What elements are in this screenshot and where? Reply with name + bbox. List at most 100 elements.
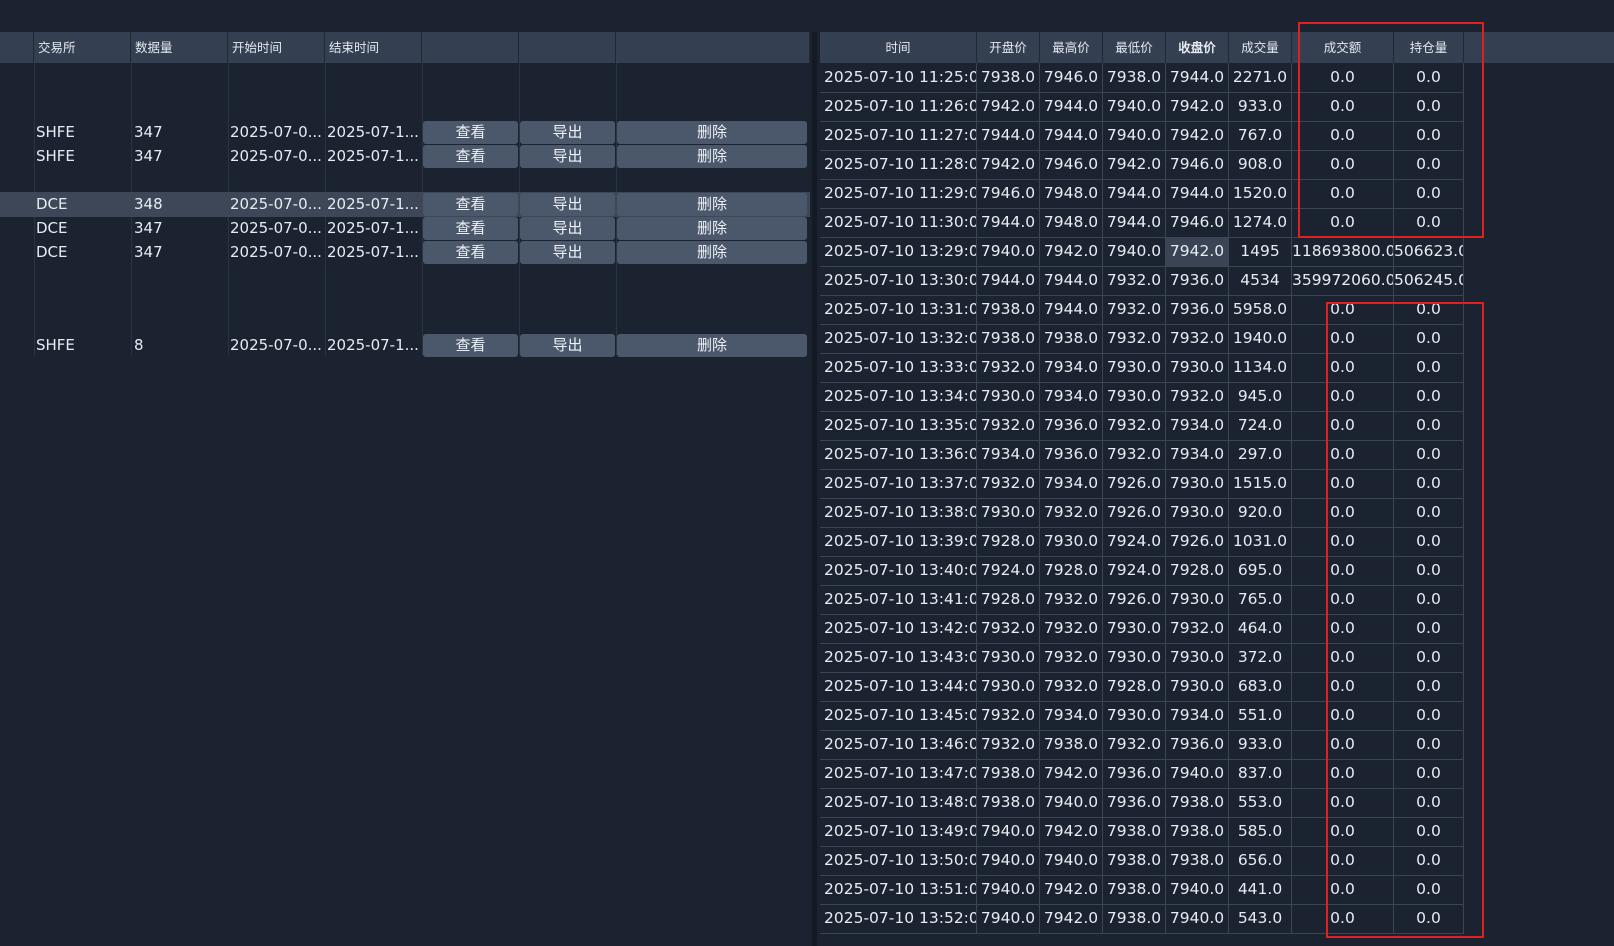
export-button[interactable]: 导出	[520, 241, 615, 264]
volume-cell[interactable]: 920.0	[1229, 498, 1292, 528]
close-cell[interactable]: 7930.0	[1166, 643, 1229, 673]
close-cell[interactable]: 7934.0	[1166, 411, 1229, 441]
view-button[interactable]: 查看	[423, 241, 518, 264]
close-cell[interactable]: 7934.0	[1166, 440, 1229, 470]
header-open[interactable]: 开盘价	[977, 32, 1040, 63]
volume-cell[interactable]: 372.0	[1229, 643, 1292, 673]
open-interest-cell[interactable]: 0.0	[1394, 295, 1464, 325]
high-cell[interactable]: 7932.0	[1040, 498, 1103, 528]
high-cell[interactable]: 7932.0	[1040, 643, 1103, 673]
kline-row[interactable]: 2025-07-10 13:45:00 7932.0 7934.0 7930.0 793…	[820, 701, 1484, 731]
close-cell[interactable]: 7946.0	[1166, 208, 1229, 238]
time-cell[interactable]: 2025-07-10 13:35:00	[820, 411, 977, 441]
time-cell[interactable]: 2025-07-10 11:29:00	[820, 179, 977, 209]
low-cell[interactable]: 7932.0	[1103, 730, 1166, 760]
open-cell[interactable]: 7932.0	[977, 730, 1040, 760]
header-end-time[interactable]: 结束时间	[325, 32, 422, 63]
low-cell[interactable]: 7942.0	[1103, 150, 1166, 180]
kline-row[interactable]: 2025-07-10 13:44:00 7930.0 7932.0 7928.0 793…	[820, 672, 1484, 702]
time-cell[interactable]: 2025-07-10 13:32:00	[820, 324, 977, 354]
close-cell[interactable]: 7942.0	[1166, 237, 1229, 267]
turnover-cell[interactable]: 0.0	[1292, 208, 1394, 238]
low-cell[interactable]: 7938.0	[1103, 846, 1166, 876]
open-interest-cell[interactable]: 0.0	[1394, 382, 1464, 412]
turnover-cell[interactable]: 0.0	[1292, 643, 1394, 673]
header-volume[interactable]: 成交量	[1229, 32, 1292, 63]
time-cell[interactable]: 2025-07-10 13:46:00	[820, 730, 977, 760]
volume-cell[interactable]: 543.0	[1229, 904, 1292, 934]
open-cell[interactable]: 7940.0	[977, 846, 1040, 876]
high-cell[interactable]: 7940.0	[1040, 846, 1103, 876]
close-cell[interactable]: 7940.0	[1166, 759, 1229, 789]
turnover-cell[interactable]: 0.0	[1292, 904, 1394, 934]
view-button[interactable]: 查看	[423, 193, 518, 216]
volume-cell[interactable]: 695.0	[1229, 556, 1292, 586]
high-cell[interactable]: 7934.0	[1040, 469, 1103, 499]
turnover-cell[interactable]: 0.0	[1292, 788, 1394, 818]
kline-row[interactable]: 2025-07-10 13:37:00 7932.0 7934.0 7926.0 793…	[820, 469, 1484, 499]
open-interest-cell[interactable]: 506245.0	[1394, 266, 1464, 296]
open-cell[interactable]: 7932.0	[977, 469, 1040, 499]
turnover-cell[interactable]: 0.0	[1292, 846, 1394, 876]
kline-row[interactable]: 2025-07-10 13:41:00 7928.0 7932.0 7926.0 793…	[820, 585, 1484, 615]
time-cell[interactable]: 2025-07-10 11:30:00	[820, 208, 977, 238]
close-cell[interactable]: 7932.0	[1166, 614, 1229, 644]
low-cell[interactable]: 7932.0	[1103, 411, 1166, 441]
time-cell[interactable]: 2025-07-10 13:30:00	[820, 266, 977, 296]
time-cell[interactable]: 2025-07-10 13:40:00	[820, 556, 977, 586]
header-low[interactable]: 最低价	[1103, 32, 1166, 63]
open-cell[interactable]: 7946.0	[977, 179, 1040, 209]
turnover-cell[interactable]: 0.0	[1292, 440, 1394, 470]
time-cell[interactable]: 2025-07-10 13:43:00	[820, 643, 977, 673]
delete-button[interactable]: 删除	[617, 334, 807, 357]
open-interest-cell[interactable]: 0.0	[1394, 411, 1464, 441]
kline-row[interactable]: 2025-07-10 13:36:00 7934.0 7936.0 7932.0 793…	[820, 440, 1484, 470]
low-cell[interactable]: 7932.0	[1103, 440, 1166, 470]
low-cell[interactable]: 7944.0	[1103, 208, 1166, 238]
kline-row[interactable]: 2025-07-10 11:25:00 7938.0 7946.0 7938.0 794…	[820, 63, 1484, 93]
high-cell[interactable]: 7940.0	[1040, 788, 1103, 818]
low-cell[interactable]: 7928.0	[1103, 672, 1166, 702]
open-cell[interactable]: 7930.0	[977, 382, 1040, 412]
open-cell[interactable]: 7944.0	[977, 208, 1040, 238]
low-cell[interactable]: 7938.0	[1103, 875, 1166, 905]
view-button[interactable]: 查看	[423, 121, 518, 144]
high-cell[interactable]: 7934.0	[1040, 701, 1103, 731]
open-interest-cell[interactable]: 0.0	[1394, 92, 1464, 122]
close-cell[interactable]: 7938.0	[1166, 817, 1229, 847]
kline-row[interactable]: 2025-07-10 13:32:00 7938.0 7938.0 7932.0 793…	[820, 324, 1484, 354]
open-interest-cell[interactable]: 0.0	[1394, 208, 1464, 238]
volume-cell[interactable]: 945.0	[1229, 382, 1292, 412]
close-cell[interactable]: 7930.0	[1166, 498, 1229, 528]
open-cell[interactable]: 7938.0	[977, 63, 1040, 93]
low-cell[interactable]: 7924.0	[1103, 556, 1166, 586]
open-cell[interactable]: 7940.0	[977, 904, 1040, 934]
dataset-row[interactable]: SHFE 347 2025-07-0... 2025-07-1... 查看 导出 删除	[0, 120, 810, 145]
open-interest-cell[interactable]: 0.0	[1394, 527, 1464, 557]
high-cell[interactable]: 7938.0	[1040, 324, 1103, 354]
high-cell[interactable]: 7932.0	[1040, 614, 1103, 644]
open-interest-cell[interactable]: 0.0	[1394, 701, 1464, 731]
dataset-row[interactable]: SHFE 347 2025-07-0... 2025-07-1... 查看 导出 删除	[0, 144, 810, 169]
turnover-cell[interactable]: 0.0	[1292, 498, 1394, 528]
dataset-row[interactable]: DCE 347 2025-07-0... 2025-07-1... 查看 导出 删除	[0, 240, 810, 265]
high-cell[interactable]: 7944.0	[1040, 121, 1103, 151]
open-interest-cell[interactable]: 0.0	[1394, 846, 1464, 876]
dataset-row[interactable]: DCE 348 2025-07-0... 2025-07-1... 查看 导出 删除	[0, 192, 810, 217]
open-cell[interactable]: 7928.0	[977, 527, 1040, 557]
turnover-cell[interactable]: 359972060.0	[1292, 266, 1394, 296]
time-cell[interactable]: 2025-07-10 13:29:00	[820, 237, 977, 267]
open-cell[interactable]: 7924.0	[977, 556, 1040, 586]
kline-row[interactable]: 2025-07-10 13:35:00 7932.0 7936.0 7932.0 793…	[820, 411, 1484, 441]
kline-row[interactable]: 2025-07-10 11:26:00 7942.0 7944.0 7940.0 794…	[820, 92, 1484, 122]
time-cell[interactable]: 2025-07-10 13:51:00	[820, 875, 977, 905]
volume-cell[interactable]: 683.0	[1229, 672, 1292, 702]
open-cell[interactable]: 7942.0	[977, 150, 1040, 180]
open-interest-cell[interactable]: 0.0	[1394, 150, 1464, 180]
open-interest-cell[interactable]: 0.0	[1394, 585, 1464, 615]
low-cell[interactable]: 7938.0	[1103, 817, 1166, 847]
time-cell[interactable]: 2025-07-10 13:33:00	[820, 353, 977, 383]
turnover-cell[interactable]: 0.0	[1292, 527, 1394, 557]
close-cell[interactable]: 7940.0	[1166, 875, 1229, 905]
volume-cell[interactable]: 5958.0	[1229, 295, 1292, 325]
